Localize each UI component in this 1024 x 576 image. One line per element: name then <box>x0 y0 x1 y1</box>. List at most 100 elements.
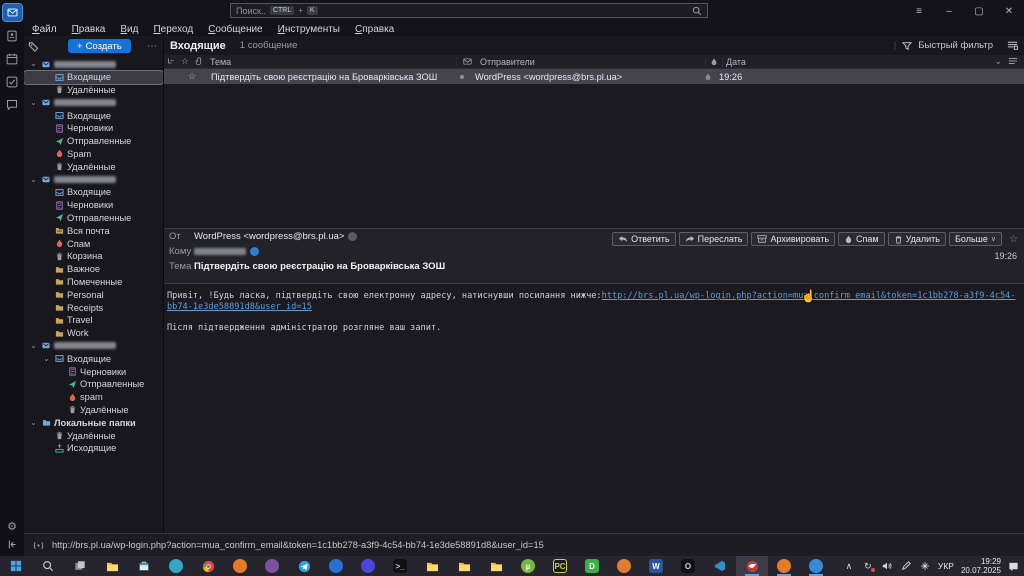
folder-row[interactable]: Удалённые <box>24 84 163 97</box>
app-dark-ring-icon[interactable]: O <box>672 556 704 576</box>
folder-row[interactable]: spam <box>24 391 163 404</box>
quick-filter-label[interactable]: Быстрый фильтр <box>918 40 993 51</box>
tray-pen-icon[interactable] <box>900 561 912 571</box>
folder-row[interactable]: ⌄Входящие <box>24 352 163 365</box>
tray-clock[interactable]: 19:29 20.07.2025 <box>961 557 1001 575</box>
app-blue-sphere-icon[interactable] <box>320 556 352 576</box>
folder-row[interactable]: Отправленные <box>24 212 163 225</box>
tray-volume-icon[interactable] <box>881 561 893 571</box>
архивировать-button[interactable]: Архивировать <box>751 232 835 246</box>
taskview-icon[interactable] <box>64 556 96 576</box>
folder-account-row[interactable]: ⌄ <box>24 340 163 353</box>
удалить-button[interactable]: Удалить <box>888 232 946 246</box>
read-column-icon[interactable] <box>456 57 477 66</box>
folder-window-icon[interactable] <box>480 556 512 576</box>
column-subject[interactable]: Тема <box>206 57 456 67</box>
telegram-icon[interactable] <box>288 556 320 576</box>
collapse-spaces-icon[interactable] <box>7 539 18 550</box>
app-indigo-sphere-icon[interactable] <box>352 556 384 576</box>
menu-файл[interactable]: Файл <box>32 24 57 35</box>
word-icon[interactable]: W <box>640 556 672 576</box>
star-message-icon[interactable]: ☆ <box>1009 234 1018 245</box>
folder-row[interactable]: Помеченные <box>24 276 163 289</box>
chevron-down-icon[interactable]: ⌄ <box>42 356 51 362</box>
folder-row[interactable]: Черновики <box>24 199 163 212</box>
folder-row[interactable]: Personal <box>24 288 163 301</box>
message-list-display-icon[interactable] <box>1007 40 1018 51</box>
thread-column-icon[interactable] <box>164 57 178 66</box>
settings-gear-icon[interactable]: ⚙ <box>7 520 17 533</box>
folder-account-row[interactable]: ⌄ <box>24 173 163 186</box>
column-sender[interactable]: Отправители <box>477 57 705 67</box>
column-date[interactable]: Дата <box>722 57 982 67</box>
star-icon[interactable]: ☆ <box>178 71 206 82</box>
folder-row[interactable]: Входящие <box>24 186 163 199</box>
folder-row[interactable]: Travel <box>24 314 163 327</box>
from-value[interactable]: WordPress <wordpress@brs.pl.ua> <box>194 231 344 242</box>
minimize-button[interactable]: – <box>934 0 964 22</box>
menu-вид[interactable]: Вид <box>120 24 138 35</box>
menu-сообщение[interactable]: Сообщение <box>208 24 262 35</box>
start-icon[interactable] <box>0 556 32 576</box>
vscode-icon[interactable] <box>704 556 736 576</box>
junk-status-icon[interactable] <box>700 73 716 81</box>
chevron-down-icon[interactable]: ⌄ <box>994 56 1002 67</box>
folder-account-row[interactable]: ⌄ <box>24 58 163 71</box>
store-icon[interactable] <box>128 556 160 576</box>
folder-row[interactable]: Spam <box>24 148 163 161</box>
menu-справка[interactable]: Справка <box>355 24 394 35</box>
folder-pane-more-icon[interactable]: ⋯ <box>147 41 159 52</box>
folder-row[interactable]: Черновики <box>24 365 163 378</box>
chevron-down-icon[interactable]: ⌄ <box>29 61 38 67</box>
utorrent-icon[interactable]: µ <box>512 556 544 576</box>
menu-инструменты[interactable]: Инструменты <box>278 24 340 35</box>
edge-icon[interactable] <box>160 556 192 576</box>
zen-browser-icon[interactable] <box>608 556 640 576</box>
column-picker-icon[interactable] <box>1008 56 1018 67</box>
folder-row[interactable]: Корзина <box>24 250 163 263</box>
folder-row[interactable]: Удалённые <box>24 160 163 173</box>
folder-window-icon[interactable] <box>448 556 480 576</box>
folder-row[interactable]: Удалённые <box>24 404 163 417</box>
firefox-icon[interactable] <box>224 556 256 576</box>
quick-filter-icon[interactable] <box>902 41 912 51</box>
folder-row[interactable]: Исходящие <box>24 442 163 455</box>
folder-row[interactable]: Входящие <box>24 71 163 84</box>
chevron-down-icon[interactable]: ⌄ <box>29 177 38 183</box>
folder-row[interactable]: Спам <box>24 237 163 250</box>
notification-center-icon[interactable] <box>1008 561 1019 572</box>
close-button[interactable]: ✕ <box>994 0 1024 22</box>
addressbook-space-icon[interactable] <box>3 27 22 44</box>
folder-account-row[interactable]: ⌄ <box>24 96 163 109</box>
maximize-button[interactable]: ▢ <box>964 0 994 22</box>
folder-row[interactable]: Важное <box>24 263 163 276</box>
terminal-icon[interactable]: >_ <box>384 556 416 576</box>
menu-переход[interactable]: Переход <box>153 24 193 35</box>
explorer-icon[interactable] <box>96 556 128 576</box>
folder-pane-options-icon[interactable] <box>28 41 39 52</box>
thunderbird-blue-icon[interactable] <box>800 556 832 576</box>
folder-row[interactable]: Черновики <box>24 122 163 135</box>
pc-terminal-icon[interactable]: PC <box>544 556 576 576</box>
chrome-icon[interactable] <box>192 556 224 576</box>
folder-row[interactable]: Удалённые <box>24 429 163 442</box>
chevron-down-icon[interactable]: ⌄ <box>29 343 38 349</box>
chat-space-icon[interactable] <box>3 96 22 113</box>
folder-row[interactable]: Отправленные <box>24 378 163 391</box>
read-status-dot[interactable] <box>452 75 472 79</box>
thunderbird-icon[interactable] <box>736 556 768 576</box>
star-column-icon[interactable]: ☆ <box>178 56 192 67</box>
chevron-down-icon[interactable]: ⌄ <box>29 420 38 426</box>
firefox-window-icon[interactable] <box>768 556 800 576</box>
больше-button[interactable]: Больше∨ <box>949 232 1002 246</box>
new-message-button[interactable]: +Создать <box>68 39 131 53</box>
folder-row[interactable]: Вся почта <box>24 224 163 237</box>
chevron-down-icon[interactable]: ⌄ <box>29 100 38 106</box>
junk-column-icon[interactable] <box>705 58 722 66</box>
menu-правка[interactable]: Правка <box>72 24 106 35</box>
спам-button[interactable]: Спам <box>838 232 885 246</box>
tray-sync-icon[interactable]: ↻ <box>862 561 874 572</box>
tray-language[interactable]: УКР <box>938 561 954 571</box>
ответить-button[interactable]: Ответить <box>612 232 675 246</box>
app-menu-button[interactable]: ≡ <box>904 0 934 22</box>
